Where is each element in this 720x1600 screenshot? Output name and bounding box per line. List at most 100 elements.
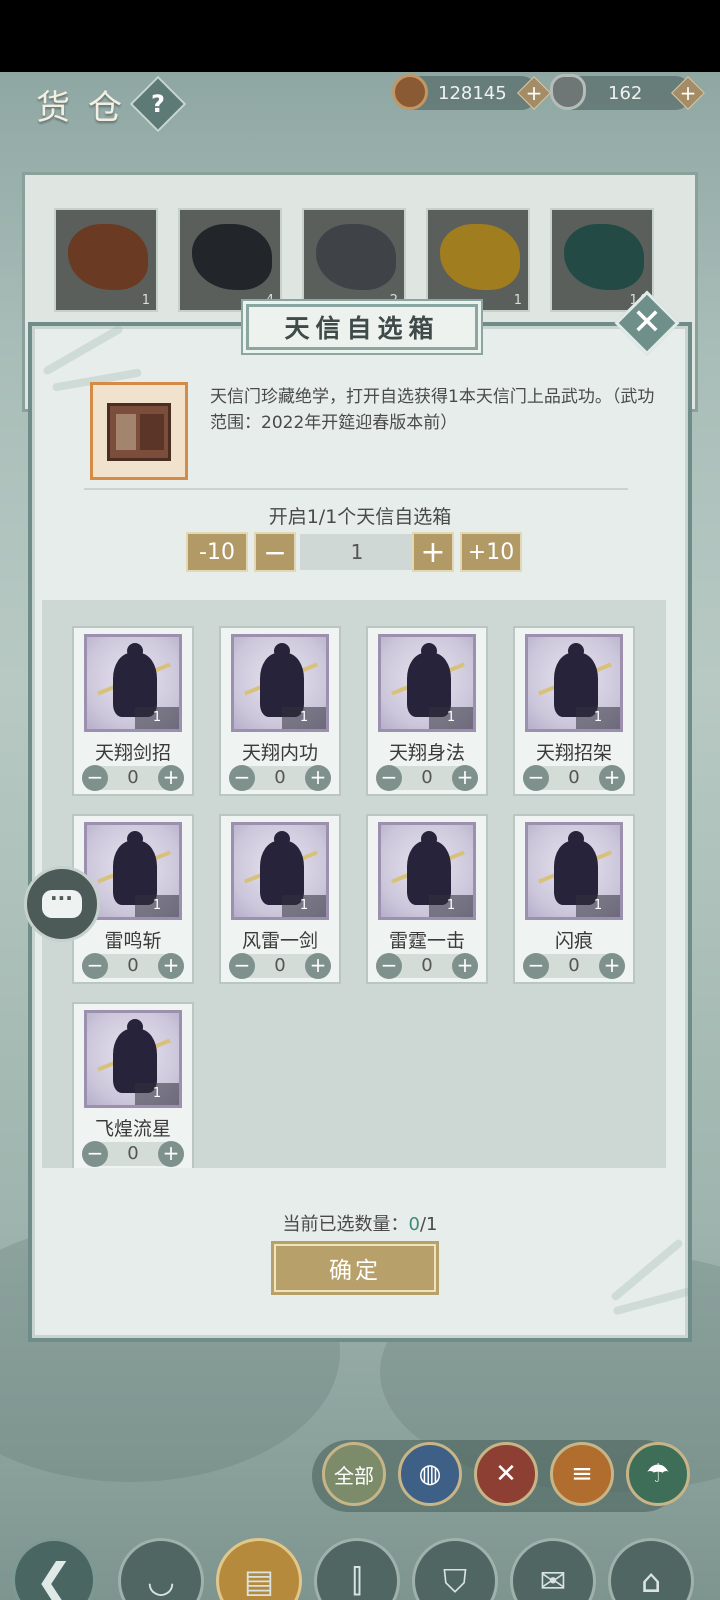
nav-business[interactable]: ◡ 经营 [118, 1538, 204, 1600]
skill-name: 天翔剑招 [94, 742, 171, 764]
skill-card[interactable]: 1 飞煌流星 − 0 + [72, 1002, 194, 1168]
nav-memory[interactable]: ✉ 追忆 [510, 1538, 596, 1600]
bundle-icon: ⫿ [314, 1538, 400, 1600]
minus-10-button[interactable]: -10 [186, 532, 248, 572]
close-icon: ✕ [631, 302, 663, 343]
filter-scroll-button[interactable]: ≡ [550, 1442, 614, 1506]
bamboo-leaf-decoration [612, 1284, 688, 1316]
filter-all-label: 全部 [334, 1463, 374, 1488]
skill-level: 1 [282, 707, 326, 729]
skill-name: 天翔内功 [241, 742, 318, 764]
pavilion-icon: ⌂ [608, 1538, 694, 1600]
skill-stepper: − 0 + [376, 765, 478, 791]
skill-card[interactable]: 1 天翔内功 − 0 + [219, 626, 341, 796]
skill-level: 1 [576, 895, 620, 917]
skill-level: 1 [135, 1083, 179, 1105]
decrease-button[interactable]: − [229, 765, 255, 791]
skill-card[interactable]: 1 风雷一剑 − 0 + [219, 814, 341, 984]
increase-button[interactable]: + [305, 953, 331, 979]
selected-count: 当前已选数量：0/1 [32, 1210, 688, 1236]
nav-equipment[interactable]: ⛉ 装备 [412, 1538, 498, 1600]
skill-portrait: 1 [378, 634, 476, 732]
inventory-slot[interactable]: 14 [550, 208, 654, 312]
nav-dressup[interactable]: ⌂ 装扮 [608, 1538, 694, 1600]
skill-count: 0 [127, 1143, 139, 1164]
decrease-button[interactable]: − [376, 953, 402, 979]
letter-icon: ✉ [510, 1538, 596, 1600]
bag-icon: ◍ [418, 1459, 442, 1489]
skill-card[interactable]: 1 天翔招架 − 0 + [513, 626, 635, 796]
increase-button[interactable]: + [599, 953, 625, 979]
filter-bag-button[interactable]: ◍ [398, 1442, 462, 1506]
nav-misc[interactable]: ⫿ 杂物 [314, 1538, 400, 1600]
skill-count: 0 [421, 955, 433, 976]
minus-icon: − [263, 535, 287, 569]
dialog-title: 天信自选箱 [284, 314, 440, 343]
skill-level: 1 [429, 707, 473, 729]
skill-name: 风雷一剑 [241, 930, 318, 952]
plus-icon: + [420, 534, 446, 570]
skill-level: 1 [576, 707, 620, 729]
decrease-button[interactable]: − [523, 953, 549, 979]
decrease-button[interactable]: − [82, 1141, 108, 1167]
skill-stepper: − 0 + [82, 765, 184, 791]
selected-count-label: 当前已选数量： [282, 1214, 409, 1235]
decrease-button[interactable]: − [376, 765, 402, 791]
increase-button[interactable]: + [452, 953, 478, 979]
plus-10-label: +10 [467, 539, 515, 565]
bamboo-leaf-decoration [609, 1238, 685, 1302]
inventory-slot[interactable]: 1 [426, 208, 530, 312]
skill-stepper: − 0 + [229, 953, 331, 979]
minus-button[interactable]: − [254, 532, 296, 572]
skill-level: 1 [135, 707, 179, 729]
chat-button[interactable] [24, 866, 100, 942]
skill-name: 天翔招架 [535, 742, 612, 764]
inventory-slot[interactable]: 4 [178, 208, 282, 312]
increase-button[interactable]: + [158, 765, 184, 791]
decrease-button[interactable]: − [229, 953, 255, 979]
skill-stepper: − 0 + [82, 953, 184, 979]
increase-button[interactable]: + [158, 953, 184, 979]
skill-stepper: − 0 + [523, 765, 625, 791]
decrease-button[interactable]: − [82, 765, 108, 791]
skill-stepper: − 0 + [376, 953, 478, 979]
add-silver-button[interactable]: + [671, 76, 705, 110]
skill-name: 雷霆一击 [388, 930, 465, 952]
skill-card[interactable]: 1 雷霆一击 − 0 + [366, 814, 488, 984]
increase-button[interactable]: + [599, 765, 625, 791]
back-button[interactable]: ❮ [12, 1538, 96, 1600]
skill-card[interactable]: 1 闪痕 − 0 + [513, 814, 635, 984]
plus-10-button[interactable]: +10 [460, 532, 522, 572]
plus-button[interactable]: + [412, 532, 454, 572]
black-ore-icon [192, 224, 272, 290]
filter-all-button[interactable]: 全部 [322, 1442, 386, 1506]
inventory-slot[interactable]: 2 [302, 208, 406, 312]
copper-coin-icon [392, 74, 428, 110]
add-copper-button[interactable]: + [517, 76, 551, 110]
umbrella-icon: ☂ [646, 1459, 670, 1489]
gray-stone-icon [316, 224, 396, 290]
help-icon: ? [151, 90, 165, 118]
decrease-button[interactable]: − [82, 953, 108, 979]
plus-icon: + [525, 81, 543, 105]
skill-card[interactable]: 1 天翔剑招 − 0 + [72, 626, 194, 796]
silver-currency: 162 + [550, 74, 705, 110]
skill-card[interactable]: 1 天翔身法 − 0 + [366, 626, 488, 796]
inventory-slot[interactable]: 1 [54, 208, 158, 312]
increase-button[interactable]: + [158, 1141, 184, 1167]
increase-button[interactable]: + [305, 765, 331, 791]
decrease-button[interactable]: − [523, 765, 549, 791]
book-icon: ▤ [216, 1538, 302, 1600]
confirm-button[interactable]: 确定 [274, 1244, 436, 1292]
silver-value: 162 [608, 82, 643, 104]
skill-portrait: 1 [84, 634, 182, 732]
skill-selection-grid: 1 天翔剑招 − 0 + 1 天翔内功 − 0 + 1 天翔身法 − 0 + 1… [42, 600, 666, 1168]
skill-portrait: 1 [231, 634, 329, 732]
quantity-input[interactable]: 1 [300, 534, 414, 570]
confirm-label: 确定 [329, 1258, 381, 1284]
skill-count: 0 [127, 955, 139, 976]
filter-tools-button[interactable]: ✕ [474, 1442, 538, 1506]
filter-umbrella-button[interactable]: ☂ [626, 1442, 690, 1506]
increase-button[interactable]: + [452, 765, 478, 791]
nav-cultivate[interactable]: ▤ 养成 [216, 1538, 302, 1600]
